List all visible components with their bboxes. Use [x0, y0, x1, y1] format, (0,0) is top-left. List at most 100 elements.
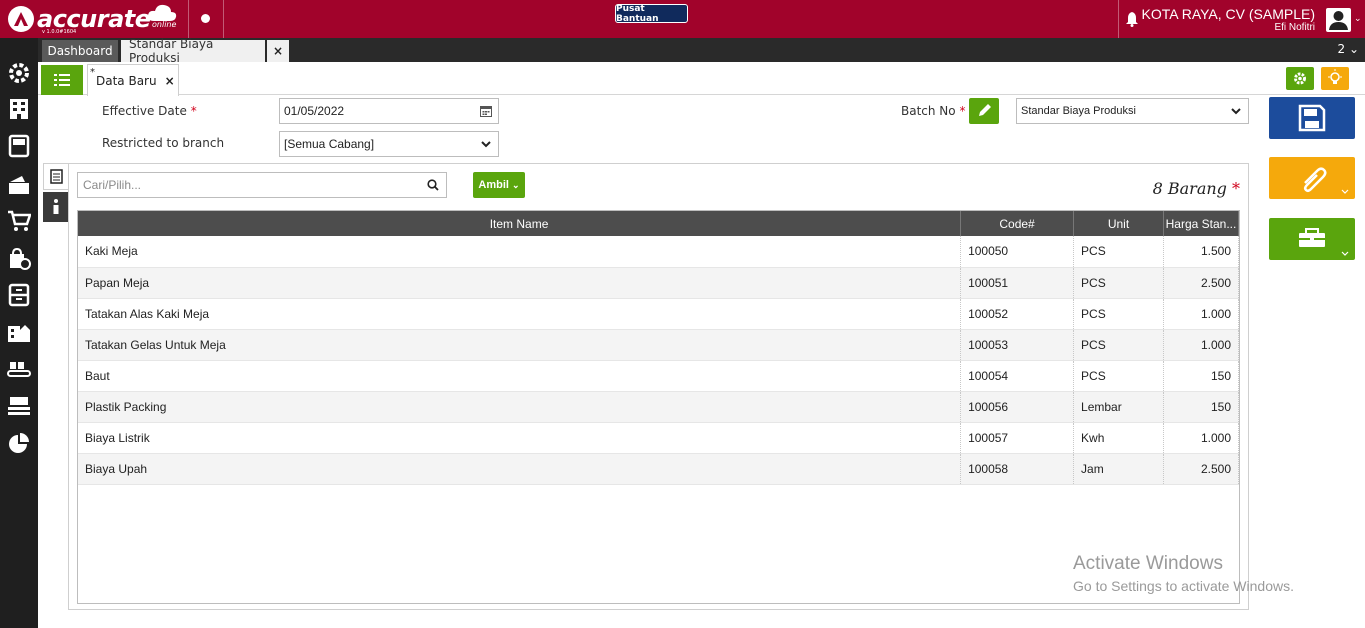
book-icon[interactable]: [7, 134, 31, 158]
cell-item-name[interactable]: Kaki Meja: [78, 236, 962, 268]
bell-icon[interactable]: [1124, 11, 1140, 27]
sidebar: [0, 38, 38, 628]
cell-unit[interactable]: Lembar: [1073, 391, 1164, 423]
batch-no-label-text: Batch No: [901, 104, 956, 118]
ambil-button[interactable]: Ambil ⌄: [473, 172, 525, 198]
version-text: v 1.0.0#1604: [42, 29, 77, 35]
list-menu-button[interactable]: [41, 65, 83, 95]
cell-harga-standar[interactable]: 150: [1163, 360, 1239, 392]
cell-code[interactable]: 100053: [960, 329, 1075, 361]
cell-item-name[interactable]: Papan Meja: [78, 267, 962, 299]
column-header-unit[interactable]: Unit: [1073, 211, 1164, 236]
batch-no-select[interactable]: Standar Biaya Produksi: [1016, 98, 1249, 124]
calendar-icon[interactable]: [480, 105, 492, 117]
cell-code[interactable]: 100054: [960, 360, 1075, 392]
company-block[interactable]: KOTA RAYA, CV (SAMPLE) Efi Nofitri: [1142, 7, 1315, 34]
cell-code[interactable]: 100056: [960, 391, 1075, 423]
table-row[interactable]: Tatakan Alas Kaki Meja 100052 PCS 1.000: [78, 298, 1239, 330]
branch-select[interactable]: [Semua Cabang]: [279, 131, 499, 157]
cell-unit[interactable]: PCS: [1073, 298, 1164, 330]
attachment-button[interactable]: [1269, 157, 1355, 199]
cell-item-name[interactable]: Baut: [78, 360, 962, 392]
activate-windows-watermark: Activate Windows Go to Settings to activ…: [1073, 553, 1294, 594]
cell-unit[interactable]: PCS: [1073, 236, 1164, 268]
help-center-button[interactable]: Pusat Bantuan: [615, 4, 688, 24]
chevron-down-icon[interactable]: ⌄: [1354, 14, 1362, 24]
required-mark: *: [190, 104, 197, 118]
conveyor-icon[interactable]: [7, 358, 31, 382]
subtab-close-button[interactable]: ×: [165, 74, 175, 88]
info-tab[interactable]: [43, 192, 69, 222]
cell-harga-standar[interactable]: 2.500: [1163, 453, 1239, 485]
open-tabs-count-value: 2: [1337, 42, 1346, 56]
cell-code[interactable]: 100051: [960, 267, 1075, 299]
divider: [188, 0, 189, 38]
cell-item-name[interactable]: Plastik Packing: [78, 391, 962, 423]
save-button[interactable]: [1269, 97, 1355, 139]
building-icon[interactable]: [7, 97, 31, 121]
branch-label: Restricted to branch: [102, 136, 225, 150]
unsaved-marker: *: [90, 67, 95, 78]
cell-harga-standar[interactable]: 1.000: [1163, 329, 1239, 361]
archive-icon[interactable]: [7, 283, 31, 307]
document-list-icon: [50, 169, 63, 184]
tab-dashboard[interactable]: Dashboard: [42, 40, 118, 62]
table-row[interactable]: Kaki Meja 100050 PCS 1.500: [78, 236, 1239, 268]
status-dot-icon[interactable]: [201, 14, 210, 23]
cell-unit[interactable]: PCS: [1073, 329, 1164, 361]
warehouse-icon[interactable]: [7, 320, 31, 344]
cell-harga-standar[interactable]: 150: [1163, 391, 1239, 423]
ambil-label: Ambil: [478, 179, 509, 191]
batch-no-value: Standar Biaya Produksi: [1021, 105, 1136, 117]
cell-harga-standar[interactable]: 1.000: [1163, 298, 1239, 330]
cell-item-name[interactable]: Biaya Listrik: [78, 422, 962, 454]
wallet-icon[interactable]: [7, 172, 31, 196]
effective-date-input[interactable]: 01/05/2022: [279, 98, 499, 124]
column-header-harga-standar[interactable]: Harga Stan...: [1163, 211, 1239, 236]
item-search-input[interactable]: Cari/Pilih...: [77, 172, 447, 198]
edit-batch-button[interactable]: [969, 98, 999, 124]
open-tabs-count[interactable]: 2 ⌄: [1337, 42, 1359, 56]
cell-code[interactable]: 100057: [960, 422, 1075, 454]
cell-unit[interactable]: Jam: [1073, 453, 1164, 485]
shopping-bag-icon[interactable]: [7, 246, 31, 270]
cell-code[interactable]: 100050: [960, 236, 1075, 268]
cell-item-name[interactable]: Tatakan Gelas Untuk Meja: [78, 329, 962, 361]
cell-unit[interactable]: PCS: [1073, 360, 1164, 392]
column-header-item-name[interactable]: Item Name: [78, 211, 962, 236]
tab-standar-biaya-produksi[interactable]: Standar Biaya Produksi: [121, 37, 265, 65]
subtab-data-baru[interactable]: * Data Baru ×: [87, 64, 179, 96]
cell-harga-standar[interactable]: 1.000: [1163, 422, 1239, 454]
cell-unit[interactable]: PCS: [1073, 267, 1164, 299]
cell-code[interactable]: 100052: [960, 298, 1075, 330]
cell-harga-standar[interactable]: 1.500: [1163, 236, 1239, 268]
table-row[interactable]: Biaya Listrik 100057 Kwh 1.000: [78, 422, 1239, 454]
table-row[interactable]: Papan Meja 100051 PCS 2.500: [78, 267, 1239, 299]
tab-close-button[interactable]: ×: [267, 40, 289, 62]
avatar[interactable]: [1326, 8, 1351, 32]
cell-item-name[interactable]: Biaya Upah: [78, 453, 962, 485]
settings-button[interactable]: [1286, 67, 1314, 90]
column-header-code[interactable]: Code#: [960, 211, 1075, 236]
detail-tab[interactable]: [43, 163, 69, 190]
chevron-down-icon: [481, 141, 491, 148]
cell-item-name[interactable]: Tatakan Alas Kaki Meja: [78, 298, 962, 330]
table-row[interactable]: Baut 100054 PCS 150: [78, 360, 1239, 392]
cell-unit[interactable]: Kwh: [1073, 422, 1164, 454]
tools-button[interactable]: [1269, 218, 1355, 260]
required-mark: *: [1232, 179, 1240, 198]
table-row[interactable]: Biaya Upah 100058 Jam 2.500: [78, 453, 1239, 485]
pie-chart-icon[interactable]: [7, 431, 31, 455]
paperclip-icon: [1303, 167, 1349, 194]
logo[interactable]: accurate: [8, 4, 151, 34]
table-row[interactable]: Plastik Packing 100056 Lembar 150: [78, 391, 1239, 423]
cart-icon[interactable]: [7, 209, 31, 233]
table-row[interactable]: Tatakan Gelas Untuk Meja 100053 PCS 1.000: [78, 329, 1239, 361]
cell-code[interactable]: 100058: [960, 453, 1075, 485]
search-icon[interactable]: [427, 179, 439, 191]
settings-icon[interactable]: [7, 61, 31, 85]
effective-date-label-text: Effective Date: [102, 104, 187, 118]
tax-icon[interactable]: [7, 394, 31, 418]
cell-harga-standar[interactable]: 2.500: [1163, 267, 1239, 299]
tips-button[interactable]: [1321, 67, 1349, 90]
